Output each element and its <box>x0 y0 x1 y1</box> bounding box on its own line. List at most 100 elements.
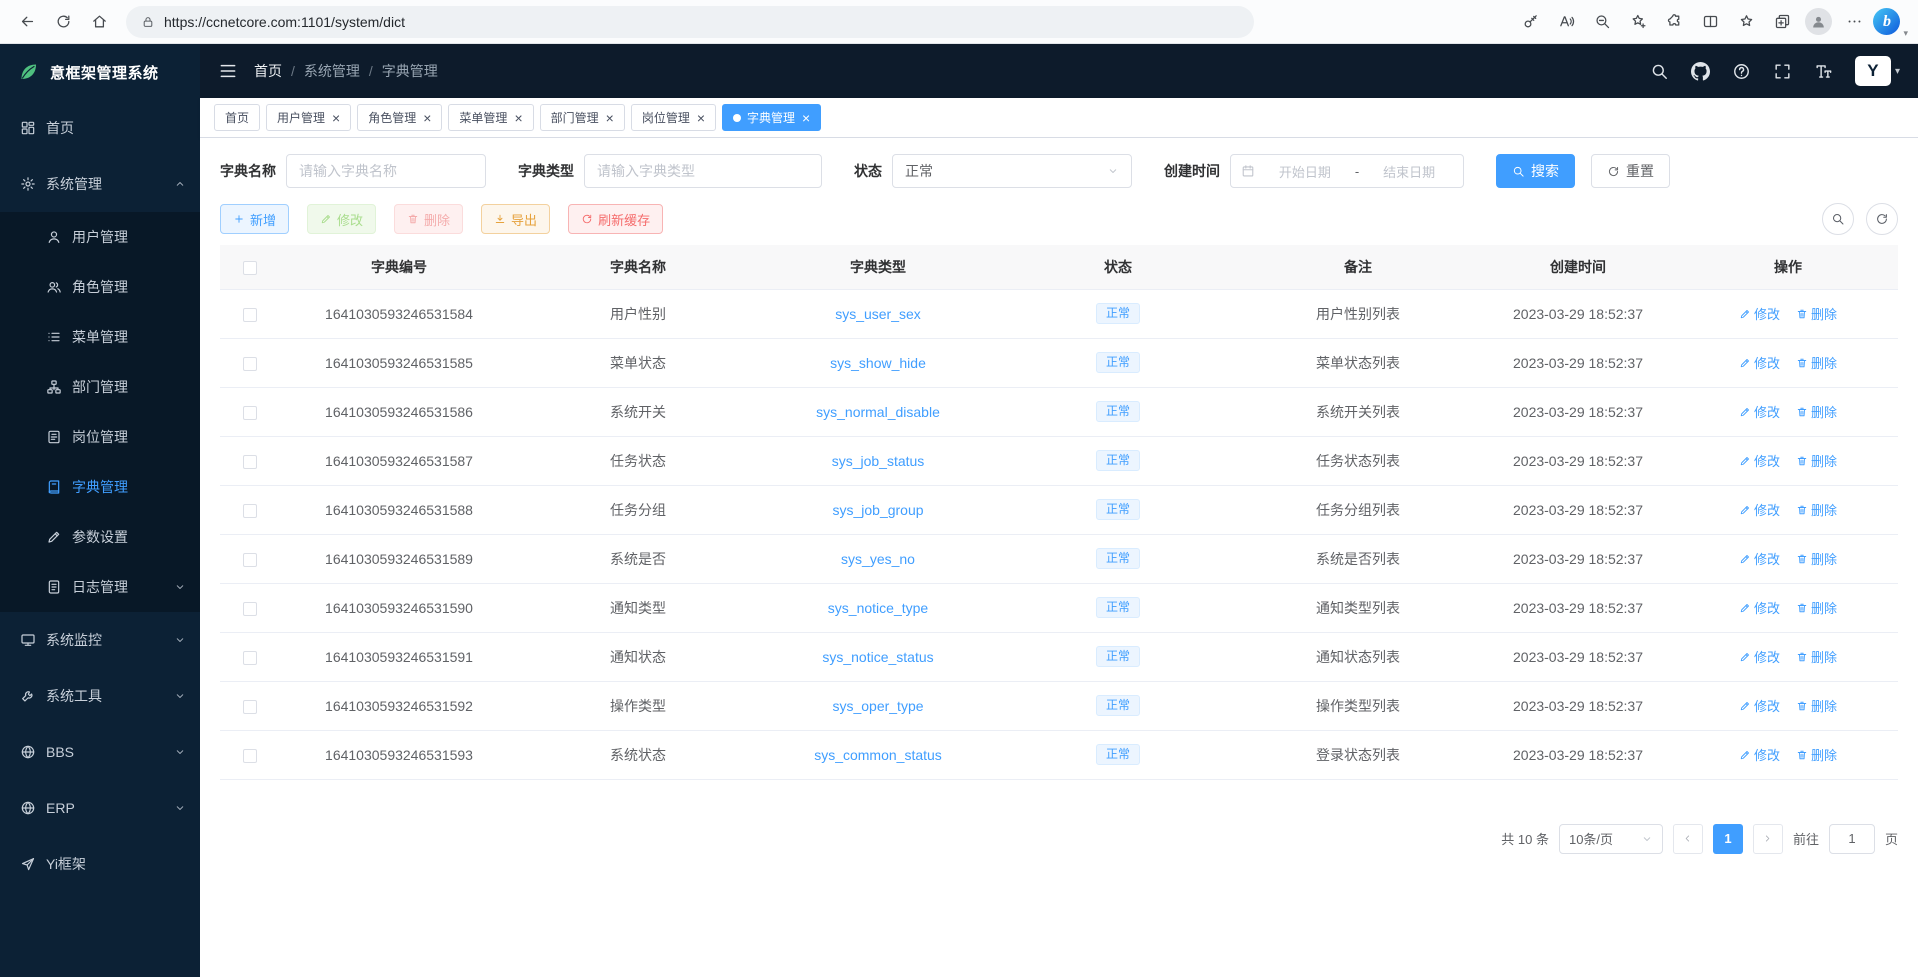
dict-type-link[interactable]: sys_common_status <box>814 747 942 763</box>
github-button[interactable] <box>1691 62 1710 81</box>
extensions-button[interactable] <box>1657 5 1691 39</box>
chevron-down-icon[interactable]: ▾ <box>1903 28 1908 39</box>
row-edit-button[interactable]: 修改 <box>1739 304 1780 323</box>
dict-type-link[interactable]: sys_yes_no <box>841 551 915 567</box>
password-key-button[interactable] <box>1513 5 1547 39</box>
row-checkbox[interactable] <box>243 553 257 567</box>
dict-type-link[interactable]: sys_oper_type <box>832 698 923 714</box>
goto-page-input[interactable] <box>1829 824 1875 854</box>
close-icon[interactable]: × <box>514 111 522 125</box>
sidebar-item-home[interactable]: 首页 <box>0 100 200 156</box>
delete-button[interactable]: 删除 <box>394 204 463 234</box>
sidebar-item-post-management[interactable]: 岗位管理 <box>0 412 200 462</box>
refresh-table-button[interactable] <box>1866 203 1898 235</box>
reset-button[interactable]: 重置 <box>1591 154 1670 188</box>
row-checkbox[interactable] <box>243 651 257 665</box>
close-icon[interactable]: × <box>802 111 810 125</box>
tab-post[interactable]: 岗位管理× <box>631 104 716 131</box>
close-icon[interactable]: × <box>606 111 614 125</box>
close-icon[interactable]: × <box>697 111 705 125</box>
tab-menu[interactable]: 菜单管理× <box>448 104 533 131</box>
row-edit-button[interactable]: 修改 <box>1739 549 1780 568</box>
sidebar-item-log-management[interactable]: 日志管理 <box>0 562 200 612</box>
row-checkbox[interactable] <box>243 406 257 420</box>
row-delete-button[interactable]: 删除 <box>1796 745 1837 764</box>
favorites-button[interactable] <box>1729 5 1763 39</box>
close-icon[interactable]: × <box>332 111 340 125</box>
home-button[interactable] <box>82 5 116 39</box>
tab-dept[interactable]: 部门管理× <box>540 104 625 131</box>
sidebar-item-system-monitor[interactable]: 系统监控 <box>0 612 200 668</box>
row-delete-button[interactable]: 删除 <box>1796 647 1837 666</box>
row-edit-button[interactable]: 修改 <box>1739 353 1780 372</box>
dict-type-link[interactable]: sys_show_hide <box>830 355 926 371</box>
back-button[interactable] <box>10 5 44 39</box>
page-size-select[interactable]: 10条/页 <box>1559 824 1663 854</box>
sidebar-item-yi-framework[interactable]: Yi框架 <box>0 836 200 892</box>
dict-type-link[interactable]: sys_job_group <box>832 502 923 518</box>
collapse-sidebar-button[interactable] <box>218 61 238 81</box>
sidebar-item-dict-management[interactable]: 字典管理 <box>0 462 200 512</box>
row-edit-button[interactable]: 修改 <box>1739 647 1780 666</box>
edit-button[interactable]: 修改 <box>307 204 376 234</box>
row-edit-button[interactable]: 修改 <box>1739 500 1780 519</box>
row-delete-button[interactable]: 删除 <box>1796 402 1837 421</box>
select-all-checkbox[interactable] <box>243 261 257 275</box>
close-icon[interactable]: × <box>423 111 431 125</box>
row-checkbox[interactable] <box>243 504 257 518</box>
add-favorite-button[interactable] <box>1621 5 1655 39</box>
row-checkbox[interactable] <box>243 357 257 371</box>
breadcrumb-item[interactable]: 系统管理 <box>304 61 360 81</box>
row-edit-button[interactable]: 修改 <box>1739 451 1780 470</box>
row-delete-button[interactable]: 删除 <box>1796 304 1837 323</box>
bing-chat-icon[interactable]: b <box>1873 8 1900 35</box>
tab-role[interactable]: 角色管理× <box>357 104 442 131</box>
next-page-button[interactable] <box>1753 824 1783 854</box>
row-edit-button[interactable]: 修改 <box>1739 598 1780 617</box>
row-delete-button[interactable]: 删除 <box>1796 451 1837 470</box>
dict-type-link[interactable]: sys_notice_status <box>822 649 933 665</box>
browser-menu-button[interactable] <box>1837 5 1871 39</box>
row-delete-button[interactable]: 删除 <box>1796 696 1837 715</box>
browser-profile-button[interactable] <box>1801 5 1835 39</box>
dict-type-link[interactable]: sys_job_status <box>832 453 925 469</box>
row-delete-button[interactable]: 删除 <box>1796 549 1837 568</box>
tab-dict[interactable]: 字典管理× <box>722 104 821 131</box>
sidebar-item-system-management[interactable]: 系统管理 <box>0 156 200 212</box>
header-search-button[interactable] <box>1650 62 1669 81</box>
add-button[interactable]: 新增 <box>220 204 289 234</box>
zoom-out-button[interactable] <box>1585 5 1619 39</box>
sidebar-item-erp[interactable]: ERP <box>0 780 200 836</box>
sidebar-item-bbs[interactable]: BBS <box>0 724 200 780</box>
row-edit-button[interactable]: 修改 <box>1739 696 1780 715</box>
browser-refresh-button[interactable] <box>46 5 80 39</box>
sidebar-item-user-management[interactable]: 用户管理 <box>0 212 200 262</box>
row-checkbox[interactable] <box>243 308 257 322</box>
toggle-search-button[interactable] <box>1822 203 1854 235</box>
read-aloud-button[interactable] <box>1549 5 1583 39</box>
dict-type-link[interactable]: sys_notice_type <box>828 600 928 616</box>
tab-user[interactable]: 用户管理× <box>266 104 351 131</box>
fullscreen-button[interactable] <box>1773 62 1792 81</box>
sidebar-item-dept-management[interactable]: 部门管理 <box>0 362 200 412</box>
row-delete-button[interactable]: 删除 <box>1796 598 1837 617</box>
search-button[interactable]: 搜索 <box>1496 154 1575 188</box>
font-size-button[interactable] <box>1814 62 1833 81</box>
date-range-picker[interactable]: 开始日期 - 结束日期 <box>1230 154 1464 188</box>
dict-type-link[interactable]: sys_normal_disable <box>816 404 940 420</box>
row-delete-button[interactable]: 删除 <box>1796 353 1837 372</box>
row-checkbox[interactable] <box>243 455 257 469</box>
user-menu[interactable]: Y ▾ <box>1855 56 1900 86</box>
sidebar-item-menu-management[interactable]: 菜单管理 <box>0 312 200 362</box>
export-button[interactable]: 导出 <box>481 204 550 234</box>
dict-type-input[interactable] <box>584 154 822 188</box>
status-select[interactable]: 正常 <box>892 154 1132 188</box>
app-logo[interactable]: 意框架管理系统 <box>0 44 200 100</box>
tab-home[interactable]: 首页 <box>214 104 260 131</box>
dict-name-input[interactable] <box>286 154 486 188</box>
row-checkbox[interactable] <box>243 749 257 763</box>
sidebar-item-param-settings[interactable]: 参数设置 <box>0 512 200 562</box>
row-edit-button[interactable]: 修改 <box>1739 745 1780 764</box>
prev-page-button[interactable] <box>1673 824 1703 854</box>
help-button[interactable] <box>1732 62 1751 81</box>
